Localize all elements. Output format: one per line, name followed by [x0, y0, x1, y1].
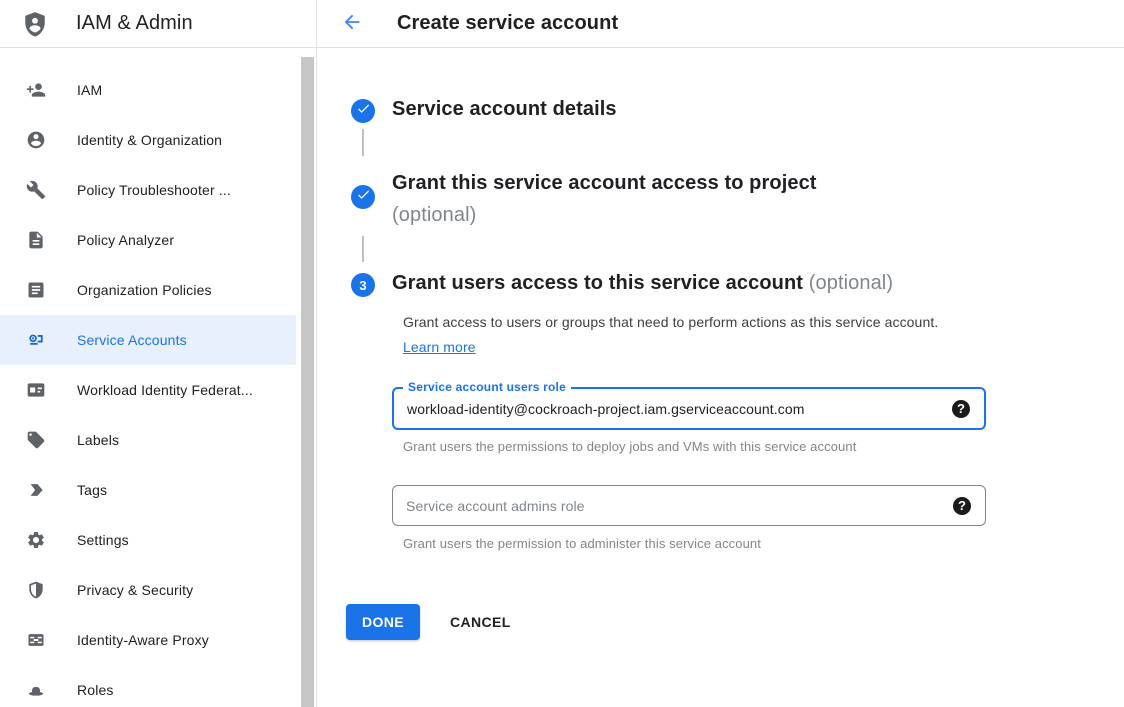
sidebar-item-label: Workload Identity Federat...: [77, 382, 253, 398]
cancel-button[interactable]: CANCEL: [442, 604, 519, 640]
users-role-helper-text: Grant users the permissions to deploy jo…: [403, 439, 856, 454]
sidebar-item-label: Identity-Aware Proxy: [77, 632, 209, 648]
sidebar-item-label: Labels: [77, 432, 119, 448]
help-icon[interactable]: ?: [953, 497, 971, 515]
sidebar-item-workload-identity-federation[interactable]: Workload Identity Federat...: [0, 365, 296, 415]
sidebar-item-privacy-security[interactable]: Privacy & Security: [0, 565, 296, 615]
sidebar-item-policy-analyzer[interactable]: Policy Analyzer: [0, 215, 296, 265]
admins-role-input[interactable]: [393, 486, 985, 525]
person-add-icon: [26, 80, 46, 100]
users-role-input[interactable]: [394, 389, 984, 428]
sidebar-item-label: Service Accounts: [77, 332, 187, 348]
step3-number-circle: 3: [351, 273, 375, 297]
sidebar-item-label: Policy Troubleshooter ...: [77, 182, 231, 198]
back-button[interactable]: [339, 11, 365, 37]
sidebar-nav: IAM Identity & Organization Policy Troub…: [0, 48, 296, 707]
sidebar-item-tags[interactable]: Tags: [0, 465, 296, 515]
done-button[interactable]: DONE: [346, 604, 420, 640]
sidebar-item-policy-troubleshooter[interactable]: Policy Troubleshooter ...: [0, 165, 296, 215]
step3-optional-text: (optional): [809, 272, 893, 294]
admins-role-helper-text: Grant users the permission to administer…: [403, 536, 761, 551]
sidebar-item-identity-organization[interactable]: Identity & Organization: [0, 115, 296, 165]
wrench-icon: [26, 180, 46, 200]
policy-analyzer-icon: [26, 230, 46, 250]
step2-check-circle: [351, 185, 375, 209]
learn-more-link[interactable]: Learn more: [403, 339, 476, 355]
label-tag-icon: [26, 430, 46, 450]
check-icon: [356, 187, 371, 207]
sidebar-item-label: Tags: [77, 482, 107, 498]
step-connector: [362, 129, 364, 156]
sidebar-item-roles[interactable]: Roles: [0, 665, 296, 707]
robot-icon: [26, 330, 46, 350]
step1-title: Service account details: [392, 98, 617, 121]
step2-title: Grant this service account access to pro…: [392, 167, 817, 231]
article-icon: [26, 280, 46, 300]
gcp-console-window: IAM & Admin IAM Identity & Organization …: [0, 0, 1124, 707]
help-icon[interactable]: ?: [952, 400, 970, 418]
sidebar-item-identity-aware-proxy[interactable]: Identity-Aware Proxy: [0, 615, 296, 665]
sidebar-item-label: Privacy & Security: [77, 582, 193, 598]
step2-title-text: Grant this service account access to pro…: [392, 172, 817, 194]
tag-arrow-icon: [26, 480, 46, 500]
step1-check-circle: [351, 99, 375, 123]
users-role-field-label: Service account users role: [403, 380, 571, 394]
sidebar-item-service-accounts[interactable]: Service Accounts: [0, 315, 296, 365]
service-account-users-role-field: Service account users role ?: [392, 387, 986, 430]
step3-description: Grant access to users or groups that nee…: [403, 310, 951, 360]
page-topbar: Create service account: [317, 0, 1124, 48]
step3-title-text: Grant users access to this service accou…: [392, 272, 803, 294]
step-connector: [362, 236, 364, 262]
product-title: IAM & Admin: [76, 12, 193, 35]
page-title: Create service account: [397, 12, 618, 35]
sidebar-item-label: Roles: [77, 682, 114, 698]
step2-optional-text: (optional): [392, 199, 817, 231]
account-circle-icon: [26, 130, 46, 150]
back-arrow-icon: [341, 11, 363, 36]
sidebar-item-settings[interactable]: Settings: [0, 515, 296, 565]
sidebar-item-label: Identity & Organization: [77, 132, 222, 148]
sidebar-item-label: IAM: [77, 82, 102, 98]
sidebar-item-organization-policies[interactable]: Organization Policies: [0, 265, 296, 315]
shield-icon: [26, 580, 46, 600]
step3-description-text: Grant access to users or groups that nee…: [403, 314, 938, 330]
sidebar-item-label: Organization Policies: [77, 282, 212, 298]
iam-admin-sidebar: IAM & Admin IAM Identity & Organization …: [0, 0, 317, 707]
card-icon: [26, 380, 46, 400]
proxy-icon: [26, 630, 46, 650]
sidebar-item-labels[interactable]: Labels: [0, 415, 296, 465]
iam-admin-shield-logo-icon: [22, 10, 48, 38]
step3-title: Grant users access to this service accou…: [392, 272, 893, 295]
roles-hat-icon: [26, 680, 46, 700]
sidebar-item-iam[interactable]: IAM: [0, 65, 296, 115]
step3-number: 3: [359, 278, 366, 293]
service-account-admins-role-field: ?: [392, 485, 986, 526]
sidebar-item-label: Settings: [77, 532, 129, 548]
sidebar-scrollbar[interactable]: [301, 57, 314, 707]
sidebar-header: IAM & Admin: [0, 0, 317, 48]
gear-icon: [26, 530, 46, 550]
create-service-account-form: Service account details Grant this servi…: [317, 48, 1124, 707]
check-icon: [356, 101, 371, 121]
sidebar-item-label: Policy Analyzer: [77, 232, 174, 248]
